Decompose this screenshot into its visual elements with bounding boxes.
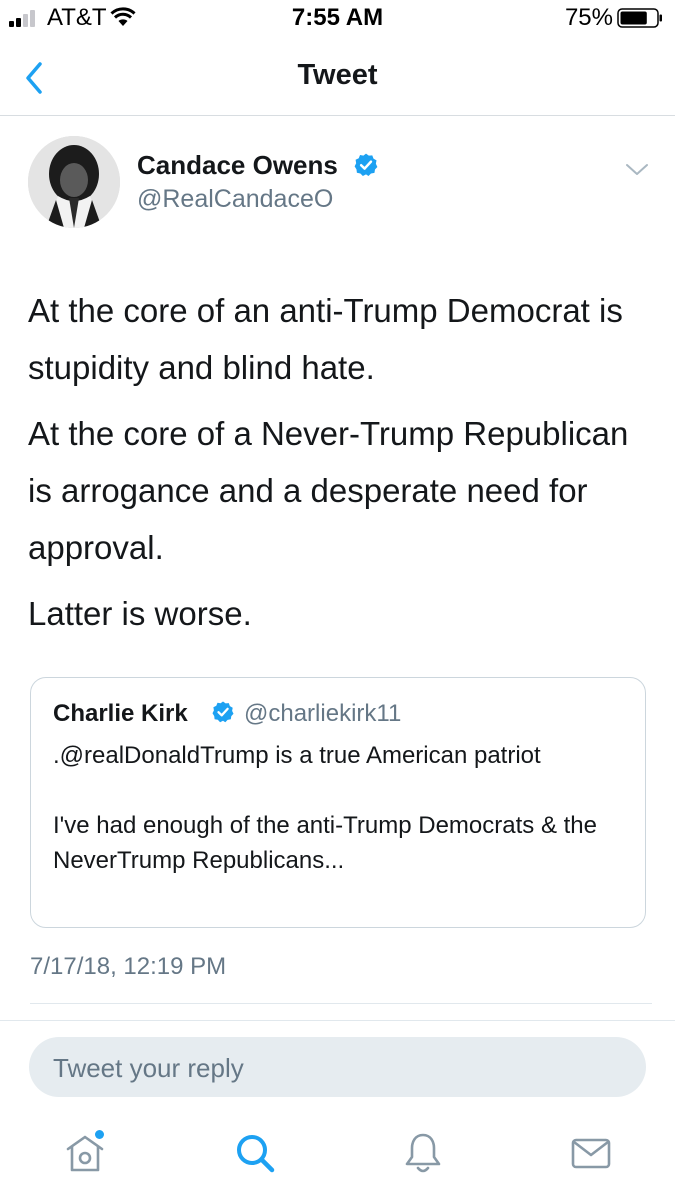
status-bar: AT&T 7:55 AM 75% (0, 0, 675, 38)
notifications-bell-icon[interactable] (400, 1130, 446, 1176)
battery-percent: 75% (564, 4, 613, 31)
messages-envelope-icon[interactable] (568, 1130, 614, 1176)
tweet-paragraph: At the core of an anti-Trump Democrat is… (28, 292, 623, 386)
reply-placeholder: Tweet your reply (53, 1053, 244, 1083)
quoted-tweet-text: .@realDonaldTrump is a true American pat… (53, 738, 633, 913)
author-name[interactable]: Candace Owens (137, 150, 338, 181)
quoted-author-handle: @charliekirk11 (244, 700, 402, 727)
new-content-dot (95, 1130, 104, 1139)
divider (0, 1020, 675, 1021)
search-icon[interactable] (232, 1130, 278, 1176)
tweet-text: At the core of an anti-Trump Democrat is… (28, 282, 658, 651)
author-avatar[interactable] (28, 136, 120, 228)
page-title: Tweet (297, 59, 378, 91)
nav-bar: Tweet (0, 38, 675, 116)
chevron-down-icon[interactable] (622, 158, 652, 182)
tweet-paragraph: At the core of a Never-Trump Republican … (28, 415, 629, 566)
verified-badge-icon (354, 153, 378, 177)
tweet-timestamp[interactable]: 7/17/18, 12:19 PM (30, 953, 226, 981)
author-handle[interactable]: @RealCandaceO (137, 185, 333, 214)
verified-badge-icon (212, 701, 234, 723)
quoted-paragraph: .@realDonaldTrump is a true American pat… (53, 742, 541, 769)
battery-icon (617, 8, 662, 28)
reply-input[interactable]: Tweet your reply (29, 1037, 646, 1097)
divider (30, 1003, 652, 1004)
quoted-paragraph: I've had enough of the anti-Trump Democr… (53, 812, 597, 874)
quoted-tweet-card[interactable]: Charlie Kirk @charliekirk11 .@realDonald… (30, 677, 646, 928)
tweet-paragraph: Latter is worse. (28, 595, 252, 632)
quoted-author-name: Charlie Kirk (53, 700, 188, 727)
